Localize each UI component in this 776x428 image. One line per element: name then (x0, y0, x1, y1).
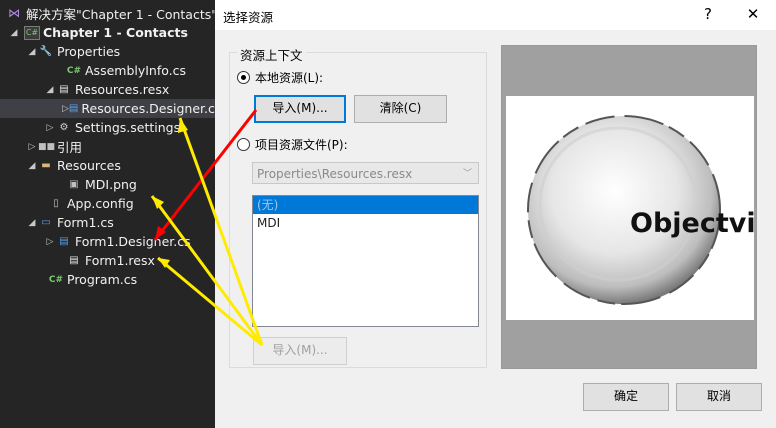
project-resource-radio[interactable]: 项目资源文件(P): (237, 136, 348, 153)
tree-item-label: Form1.Designer.cs (75, 234, 191, 249)
csharp-file-icon: C# (66, 65, 82, 76)
expanded-arrow-icon[interactable]: ◢ (26, 218, 38, 228)
resx-file-icon: ▤ (59, 83, 69, 95)
list-item[interactable]: MDI (253, 214, 478, 232)
visual-studio-solution-icon: ⋈ (8, 6, 20, 20)
project-resource-combo[interactable]: Properties\Resources.resx ﹀ (252, 162, 479, 184)
local-resource-label: 本地资源(L): (255, 71, 324, 85)
tree-item-form1-resx[interactable]: ▤ Form1.resx (0, 251, 215, 270)
project-node[interactable]: ◢ C# Chapter 1 - Contacts (0, 23, 215, 42)
folder-icon: ▬ (41, 159, 51, 171)
ok-button[interactable]: 确定 (583, 383, 669, 411)
preview-image: Objectvi (506, 96, 754, 320)
tree-item-label: Resources.Designer.cs (81, 101, 215, 116)
references-icon: ■■ (38, 141, 56, 152)
tree-item-label: Form1.resx (85, 253, 155, 268)
dialog-title: 选择资源 (223, 10, 274, 25)
local-resource-radio[interactable]: 本地资源(L): (237, 69, 323, 86)
resx-file-icon: ▤ (69, 254, 79, 266)
tree-item-label: AssemblyInfo.cs (85, 63, 187, 78)
tree-item-label: MDI.png (85, 177, 137, 192)
collapsed-arrow-icon[interactable]: ▷ (44, 237, 56, 247)
help-button[interactable]: ? (693, 3, 723, 25)
select-resource-dialog: 选择资源 ? ✕ 资源上下文 本地资源(L): 导入(M)... 清除(C) 项… (215, 0, 776, 428)
tree-item-label: Resources.resx (75, 82, 170, 97)
combo-value: Properties\Resources.resx (257, 167, 413, 181)
tree-item-resources-designer[interactable]: ▷ ▤ Resources.Designer.cs (0, 99, 215, 118)
chevron-down-icon[interactable]: ﹀ (463, 163, 472, 185)
list-item[interactable]: (无) (253, 196, 478, 214)
project-name: Chapter 1 - Contacts (43, 25, 188, 40)
tree-item-label: App.config (67, 196, 134, 211)
import-button[interactable]: 导入(M)... (254, 95, 346, 123)
wrench-icon: 🔧 (39, 45, 53, 57)
cancel-button[interactable]: 取消 (676, 383, 762, 411)
image-preview: Objectvi (501, 45, 757, 369)
tree-item-label: 引用 (57, 140, 83, 155)
clear-button[interactable]: 清除(C) (354, 95, 447, 123)
tree-item-label: Properties (57, 44, 121, 59)
tree-item-properties[interactable]: ◢ 🔧 Properties (0, 42, 215, 61)
csharp-project-icon: C# (24, 25, 40, 40)
designer-file-icon: ▤ (68, 102, 79, 114)
tree-item-resources-folder[interactable]: ◢ ▬ Resources (0, 156, 215, 175)
tree-item-label: Program.cs (67, 272, 138, 287)
tree-item-assemblyinfo[interactable]: C# AssemblyInfo.cs (0, 61, 215, 80)
collapsed-arrow-icon[interactable]: ▷ (44, 123, 56, 133)
tree-item-program[interactable]: C# Program.cs (0, 270, 215, 289)
close-button[interactable]: ✕ (738, 3, 768, 25)
solution-title: 解决方案"Chapter 1 - Contacts"( (26, 6, 215, 22)
tree-item-settings[interactable]: ▷ ⚙ Settings.settings (0, 118, 215, 137)
tree-item-mdi-png[interactable]: ▣ MDI.png (0, 175, 215, 194)
project-import-button[interactable]: 导入(M)... (253, 337, 347, 365)
expanded-arrow-icon[interactable]: ◢ (26, 161, 38, 171)
tree-item-label: Form1.cs (57, 215, 114, 230)
resource-list[interactable]: (无) MDI (252, 195, 479, 327)
group-label: 资源上下文 (237, 45, 306, 64)
settings-icon: ⚙ (59, 121, 69, 133)
dialog-title-bar: 选择资源 ? ✕ (215, 0, 776, 30)
collapsed-arrow-icon[interactable]: ▷ (62, 104, 69, 114)
image-file-icon: ▣ (69, 178, 79, 190)
tree-item-resources-resx[interactable]: ◢ ▤ Resources.resx (0, 80, 215, 99)
expanded-arrow-icon[interactable]: ◢ (8, 28, 20, 38)
designer-file-icon: ▤ (59, 235, 69, 247)
radio-unselected-icon[interactable] (237, 138, 250, 151)
tree-item-references[interactable]: ▷ ■■ 引用 (0, 137, 215, 156)
preview-text: Objectvi (630, 208, 754, 239)
tree-item-form1[interactable]: ◢ ▭ Form1.cs (0, 213, 215, 232)
tree-item-form1-designer[interactable]: ▷ ▤ Form1.Designer.cs (0, 232, 215, 251)
radio-selected-icon[interactable] (237, 71, 250, 84)
collapsed-arrow-icon[interactable]: ▷ (26, 142, 38, 152)
config-file-icon: ▯ (53, 197, 59, 209)
form-file-icon: ▭ (41, 216, 51, 228)
tree-item-label: Resources (57, 158, 121, 173)
expanded-arrow-icon[interactable]: ◢ (44, 85, 56, 95)
project-resource-label: 项目资源文件(P): (255, 138, 348, 152)
tree-item-label: Settings.settings (75, 120, 181, 135)
csharp-file-icon: C# (48, 274, 64, 285)
solution-explorer: ⋈ 解决方案"Chapter 1 - Contacts"( ◢ C# Chapt… (0, 0, 215, 428)
expanded-arrow-icon[interactable]: ◢ (26, 47, 38, 57)
tree-item-app-config[interactable]: ▯ App.config (0, 194, 215, 213)
